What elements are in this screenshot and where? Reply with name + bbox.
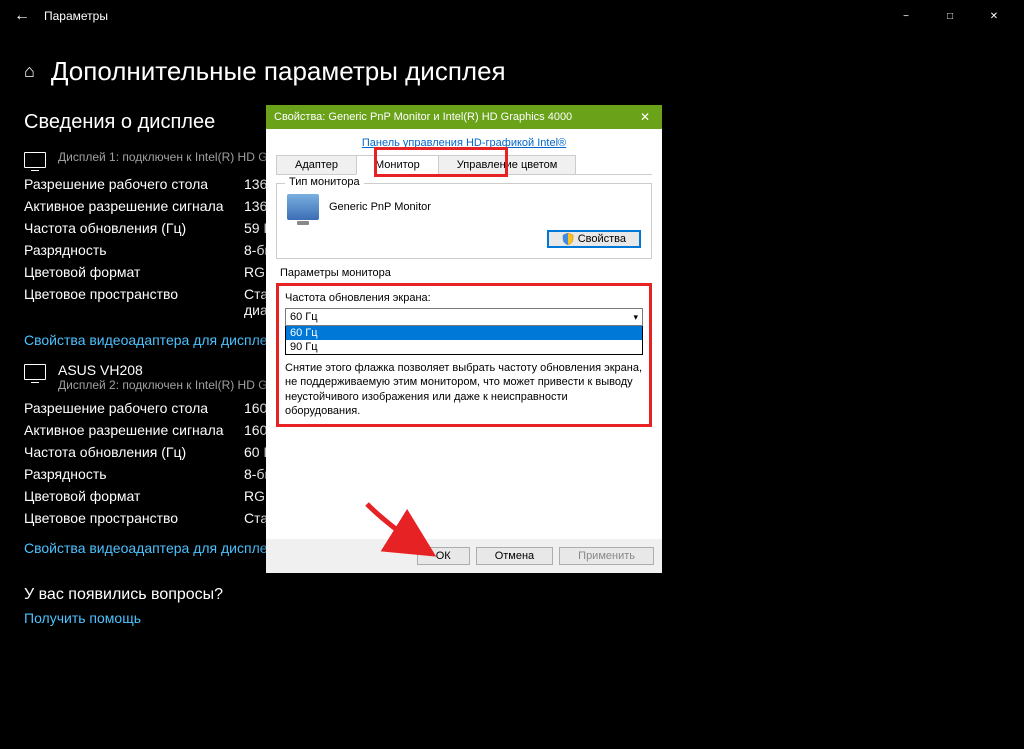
- refresh-rate-select[interactable]: 60 Гц ▾: [285, 308, 643, 326]
- shield-icon: [562, 233, 574, 245]
- spec-label: Разрядность: [24, 242, 244, 258]
- ok-button[interactable]: ОК: [417, 547, 470, 565]
- get-help-link[interactable]: Получить помощь: [24, 610, 1000, 626]
- refresh-option-60[interactable]: 60 Гц: [286, 326, 642, 340]
- groupbox-monitor-type: Тип монитора: [285, 176, 364, 188]
- display1-sub: Дисплей 1: подключен к Intel(R) HD Gr: [58, 150, 272, 164]
- window-title: Параметры: [44, 9, 108, 23]
- tab-adapter[interactable]: Адаптер: [276, 155, 357, 174]
- monitor-name: Generic PnP Monitor: [329, 201, 431, 213]
- page-title: Дополнительные параметры дисплея: [51, 56, 506, 87]
- spec-label: Разрешение рабочего стола: [24, 400, 244, 416]
- spec-label: Разрядность: [24, 466, 244, 482]
- spec-label: Частота обновления (Гц): [24, 444, 244, 460]
- spec-label: Активное разрешение сигнала: [24, 198, 244, 214]
- close-button[interactable]: ✕: [972, 0, 1016, 32]
- monitor-icon: [24, 152, 46, 168]
- refresh-selected: 60 Гц: [290, 311, 318, 323]
- monitor-icon: [24, 364, 46, 380]
- tab-monitor[interactable]: Монитор: [356, 155, 439, 175]
- dialog-tabs: Адаптер Монитор Управление цветом: [276, 155, 652, 175]
- props-btn-label: Свойства: [578, 233, 626, 245]
- tab-color[interactable]: Управление цветом: [438, 155, 577, 174]
- display2-sub: Дисплей 2: подключен к Intel(R) HD Gr: [58, 378, 272, 392]
- home-icon[interactable]: ⌂: [24, 61, 35, 82]
- spec-label: Частота обновления (Гц): [24, 220, 244, 236]
- maximize-button[interactable]: □: [928, 0, 972, 32]
- refresh-warning-text: Снятие этого флажка позволяет выбрать ча…: [285, 361, 643, 418]
- apply-button[interactable]: Применить: [559, 547, 654, 565]
- monitor-properties-button[interactable]: Свойства: [547, 230, 641, 248]
- spec-label: Активное разрешение сигнала: [24, 422, 244, 438]
- dialog-title: Свойства: Generic PnP Monitor и Intel(R)…: [274, 111, 572, 123]
- refresh-options-dropdown: 60 Гц 90 Гц: [285, 326, 643, 355]
- spec-label: Разрешение рабочего стола: [24, 176, 244, 192]
- chevron-down-icon: ▾: [633, 312, 638, 323]
- minimize-button[interactable]: −: [884, 0, 928, 32]
- intel-panel-link[interactable]: Панель управления HD-графикой Intel®: [276, 137, 652, 149]
- spec-label: Цветовой формат: [24, 488, 244, 504]
- dialog-close-button[interactable]: ✕: [636, 110, 654, 124]
- refresh-rate-label: Частота обновления экрана:: [285, 292, 643, 304]
- monitor-properties-dialog: Свойства: Generic PnP Monitor и Intel(R)…: [266, 105, 662, 573]
- groupbox-monitor-params: Параметры монитора: [276, 267, 652, 279]
- spec-label: Цветовое пространство: [24, 286, 244, 318]
- display2-name: ASUS VH208: [58, 362, 272, 378]
- back-button[interactable]: ←: [8, 7, 36, 25]
- refresh-option-90[interactable]: 90 Гц: [286, 340, 642, 354]
- cancel-button[interactable]: Отмена: [476, 547, 553, 565]
- monitor-device-icon: [287, 194, 319, 220]
- spec-label: Цветовой формат: [24, 264, 244, 280]
- questions-heading: У вас появились вопросы?: [24, 586, 1000, 604]
- spec-label: Цветовое пространство: [24, 510, 244, 526]
